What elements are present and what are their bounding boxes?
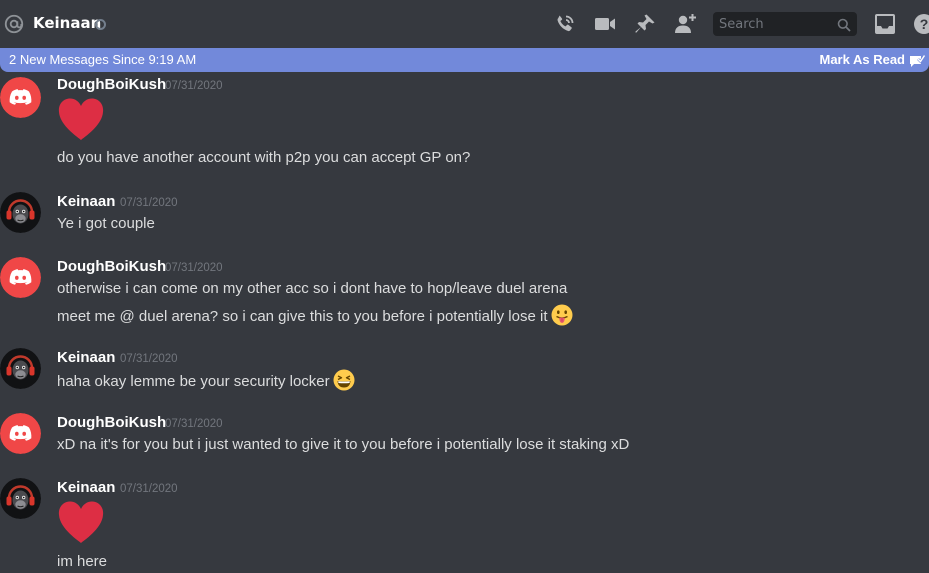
new-messages-bar[interactable]: 2 New Messages Since 9:19 AM Mark As Rea…	[0, 48, 929, 72]
grinning-squinting-emoji-icon	[333, 369, 355, 391]
avatar[interactable]	[0, 413, 41, 454]
monkey-headphones-avatar-icon	[0, 348, 41, 389]
avatar[interactable]	[0, 77, 41, 118]
search-icon	[837, 17, 851, 32]
message-text: im here	[57, 553, 108, 570]
message-text-with-emoji: haha okay lemme be your security locker	[57, 369, 355, 393]
monkey-headphones-avatar-icon	[0, 478, 41, 519]
message-text: meet me @ duel arena? so i can give this…	[57, 308, 548, 325]
message-author[interactable]: Keinaan	[57, 192, 115, 212]
dm-recipient-name: Keinaan	[33, 14, 102, 32]
channel-header: Keinaan ?	[0, 0, 929, 48]
new-messages-text: 2 New Messages Since 9:19 AM	[9, 52, 197, 67]
search-bar[interactable]	[713, 12, 857, 36]
at-icon	[3, 13, 25, 35]
message-timestamp: 07/31/2020	[120, 483, 178, 495]
message-timestamp: 07/31/2020	[120, 197, 178, 209]
pin-icon[interactable]	[633, 12, 657, 36]
message-text-with-emoji: meet me @ duel arena? so i can give this…	[57, 304, 573, 328]
message-author[interactable]: Keinaan	[57, 478, 115, 498]
message-timestamp: 07/31/2020	[120, 353, 178, 365]
monkey-headphones-avatar-icon	[0, 192, 41, 233]
mark-as-read-button[interactable]: Mark As Read	[820, 51, 906, 69]
message-timestamp: 07/31/2020	[165, 418, 223, 430]
avatar[interactable]	[0, 348, 41, 389]
message-text: do you have another account with p2p you…	[57, 149, 471, 166]
message-list: DoughBoiKush 07/31/2020 do you have anot…	[0, 72, 929, 571]
message-author[interactable]: DoughBoiKush	[57, 257, 166, 277]
message-author[interactable]: Keinaan	[57, 348, 115, 368]
message-text: otherwise i can come on my other acc so …	[57, 280, 568, 297]
search-input[interactable]	[713, 12, 831, 36]
heart-emoji-icon	[57, 97, 105, 141]
message-text: xD na it's for you but i just wanted to …	[57, 436, 630, 453]
avatar[interactable]	[0, 192, 41, 233]
message-timestamp: 07/31/2020	[165, 262, 223, 274]
discord-logo-icon	[0, 257, 41, 298]
heart-emoji-icon	[57, 500, 105, 544]
inbox-icon[interactable]	[873, 12, 897, 36]
add-friend-icon[interactable]	[673, 12, 697, 36]
message-timestamp: 07/31/2020	[165, 80, 223, 92]
discord-logo-icon	[0, 413, 41, 454]
message-author[interactable]: DoughBoiKush	[57, 75, 166, 95]
message-author[interactable]: DoughBoiKush	[57, 413, 166, 433]
avatar[interactable]	[0, 478, 41, 519]
message-text: Ye i got couple	[57, 215, 155, 232]
help-icon[interactable]: ?	[912, 12, 929, 36]
offline-status-icon	[95, 19, 106, 30]
video-call-icon[interactable]	[593, 12, 617, 36]
voice-call-icon[interactable]	[553, 12, 577, 36]
svg-text:?: ?	[920, 16, 929, 32]
message-text: haha okay lemme be your security locker	[57, 373, 330, 390]
avatar[interactable]	[0, 257, 41, 298]
discord-logo-icon	[0, 77, 41, 118]
mark-read-icon[interactable]	[909, 53, 926, 67]
stuck-out-tongue-emoji-icon	[551, 304, 573, 326]
